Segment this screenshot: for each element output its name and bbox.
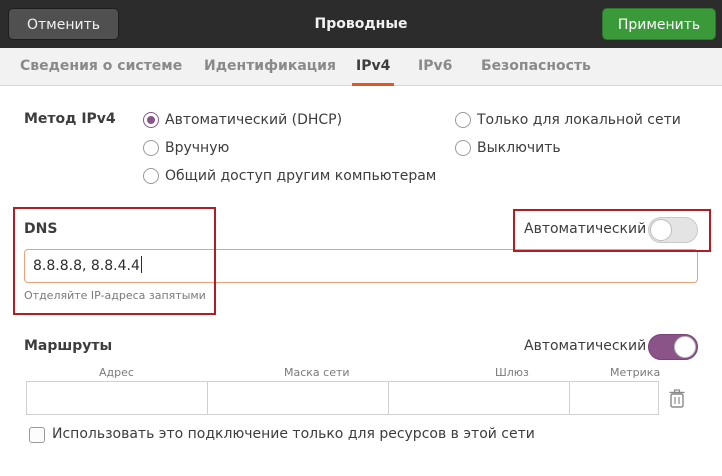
dns-label: DNS — [24, 221, 58, 237]
radio-link-local[interactable]: Только для локальной сети — [455, 110, 681, 130]
dns-auto-switch[interactable] — [648, 217, 698, 243]
dns-input[interactable]: 8.8.8.8, 8.8.4.4 — [24, 249, 698, 283]
text-caret — [140, 256, 142, 273]
column-header-netmask: Маска сети — [284, 366, 350, 379]
dns-auto-label: Автоматический — [524, 221, 647, 237]
tab-security[interactable]: Безопасность — [481, 48, 591, 86]
radio-indicator[interactable] — [143, 168, 159, 184]
route-row — [26, 381, 659, 415]
switch-knob — [674, 336, 696, 358]
ipv4-method-label: Метод IPv4 — [24, 111, 116, 127]
local-only-label[interactable]: Использовать это подключение только для … — [52, 426, 535, 442]
radio-disable[interactable]: Выключить — [455, 138, 561, 158]
radio-indicator[interactable] — [455, 140, 471, 156]
radio-indicator[interactable] — [143, 112, 159, 128]
radio-label: Выключить — [477, 140, 561, 156]
radio-manual[interactable]: Вручную — [143, 138, 229, 158]
header-bar: Отменить Проводные Применить — [0, 0, 722, 48]
radio-label: Только для локальной сети — [477, 112, 681, 128]
column-header-metric: Метрика — [610, 366, 661, 379]
radio-label: Автоматический (DHCP) — [165, 112, 343, 128]
tab-ipv4[interactable]: IPv4 — [351, 48, 395, 86]
dns-hint: Отделяйте IP-адреса запятыми — [24, 289, 206, 302]
apply-button[interactable]: Применить — [602, 8, 716, 40]
dns-input-value: 8.8.8.8, 8.8.4.4 — [33, 258, 140, 274]
radio-indicator[interactable] — [143, 140, 159, 156]
route-gateway-input[interactable] — [389, 381, 570, 415]
radio-label: Вручную — [165, 140, 230, 156]
column-header-address: Адрес — [99, 366, 134, 379]
route-address-input[interactable] — [26, 381, 208, 415]
radio-label: Общий доступ другим компьютерам — [165, 168, 437, 184]
routes-label: Маршруты — [24, 338, 113, 354]
radio-indicator[interactable] — [455, 112, 471, 128]
tab-bar: Сведения о системе Идентификация IPv4 IP… — [0, 48, 722, 86]
radio-shared[interactable]: Общий доступ другим компьютерам — [143, 166, 436, 186]
tab-details[interactable]: Сведения о системе — [20, 48, 182, 86]
switch-knob — [650, 219, 672, 241]
trash-icon[interactable] — [666, 387, 688, 409]
local-only-checkbox[interactable] — [29, 427, 45, 443]
tab-ipv6[interactable]: IPv6 — [418, 48, 452, 86]
cancel-button[interactable]: Отменить — [8, 8, 119, 40]
column-header-gateway: Шлюз — [495, 366, 529, 379]
route-metric-input[interactable] — [570, 381, 659, 415]
route-netmask-input[interactable] — [208, 381, 389, 415]
radio-automatic-dhcp[interactable]: Автоматический (DHCP) — [143, 110, 342, 130]
tab-identity[interactable]: Идентификация — [204, 48, 336, 86]
routes-auto-label: Автоматический — [524, 338, 647, 354]
routes-auto-switch[interactable] — [648, 334, 698, 360]
